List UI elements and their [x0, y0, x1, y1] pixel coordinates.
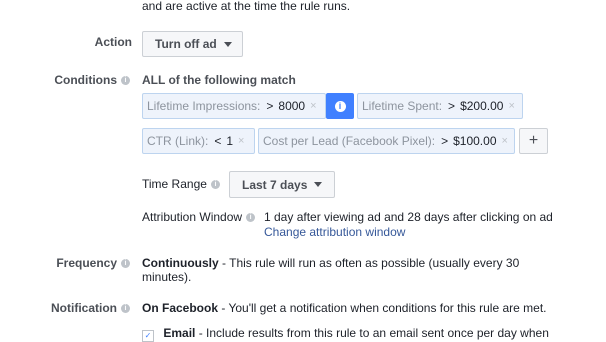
action-dropdown-value: Turn off ad	[155, 37, 217, 51]
action-label: Action	[94, 35, 132, 49]
rule-description-text: and are active at the time the rule runs…	[142, 0, 351, 13]
notification-label-group: Notification i	[40, 301, 130, 315]
conditions-label: Conditions	[54, 73, 117, 87]
remove-icon[interactable]: ×	[310, 100, 316, 112]
conditions-heading: ALL of the following match	[142, 73, 296, 87]
frequency-label: Frequency	[56, 256, 117, 270]
action-dropdown[interactable]: Turn off ad	[142, 31, 243, 57]
info-icon[interactable]: i	[246, 212, 256, 222]
time-range-label: Time Range	[142, 177, 207, 191]
condition-operator: <	[214, 134, 222, 148]
notification-detail: - You'll get a notification when conditi…	[218, 301, 547, 315]
condition-operator: >	[441, 134, 449, 148]
remove-icon[interactable]: ×	[508, 100, 514, 112]
chevron-down-icon	[223, 41, 232, 47]
change-attribution-link[interactable]: Change attribution window	[264, 225, 405, 239]
time-range-value: Last 7 days	[242, 177, 308, 192]
condition-value: 1	[226, 134, 234, 148]
remove-icon[interactable]: ×	[502, 135, 508, 147]
condition-chip-ctr-link[interactable]: CTR (Link): < 1 ×	[142, 128, 255, 154]
notification-label: Notification	[51, 301, 117, 315]
email-label: Email	[163, 326, 196, 340]
attribution-text: 1 day after viewing ad and 28 days after…	[264, 210, 553, 224]
info-icon: i	[334, 100, 346, 112]
time-range-label-group: Time Range i	[142, 177, 220, 191]
time-range-dropdown[interactable]: Last 7 days	[229, 171, 335, 198]
condition-operator: >	[266, 99, 274, 113]
condition-value: $200.00	[460, 99, 504, 113]
email-option[interactable]: ✓ Email - Include results from this rule…	[142, 326, 549, 342]
condition-key: Lifetime Spent:	[362, 99, 443, 113]
frequency-value: Continuously	[142, 256, 219, 270]
add-condition-button[interactable]: +	[519, 128, 548, 154]
condition-value: 8000	[278, 99, 306, 113]
email-checkbox[interactable]: ✓	[142, 330, 154, 342]
email-detail: - Include results from this rule to an e…	[195, 326, 549, 340]
notification-description: On Facebook - You'll get a notification …	[142, 301, 547, 315]
info-icon[interactable]: i	[121, 303, 130, 313]
remove-icon[interactable]: ×	[238, 135, 244, 147]
attribution-label: Attribution Window	[142, 210, 243, 224]
notification-value: On Facebook	[142, 301, 219, 315]
condition-chip-cost-per-lead[interactable]: Cost per Lead (Facebook Pixel): > $100.0…	[258, 128, 515, 154]
frequency-description: Continuously - This rule will run as oft…	[142, 256, 532, 284]
info-icon[interactable]: i	[121, 75, 130, 85]
frequency-detail-cont: minutes).	[142, 270, 192, 284]
condition-key: CTR (Link):	[147, 134, 209, 148]
condition-value: $100.00	[453, 134, 497, 148]
conditions-label-group: Conditions i	[40, 73, 130, 87]
condition-key: Cost per Lead (Facebook Pixel):	[263, 134, 436, 148]
chevron-down-icon	[314, 182, 323, 187]
condition-key: Lifetime Impressions:	[147, 99, 261, 113]
condition-info-button[interactable]: i	[326, 93, 354, 119]
condition-operator: >	[448, 99, 456, 113]
attribution-label-group: Attribution Window i	[142, 210, 256, 224]
condition-chip-lifetime-spent[interactable]: Lifetime Spent: > $200.00 ×	[357, 93, 523, 119]
frequency-detail: - This rule will run as often as possibl…	[218, 256, 520, 270]
condition-chip-lifetime-impressions[interactable]: Lifetime Impressions: > 8000 ×	[142, 93, 326, 119]
frequency-label-group: Frequency i	[40, 256, 130, 270]
info-icon[interactable]: i	[121, 258, 130, 268]
info-icon[interactable]: i	[210, 179, 220, 189]
